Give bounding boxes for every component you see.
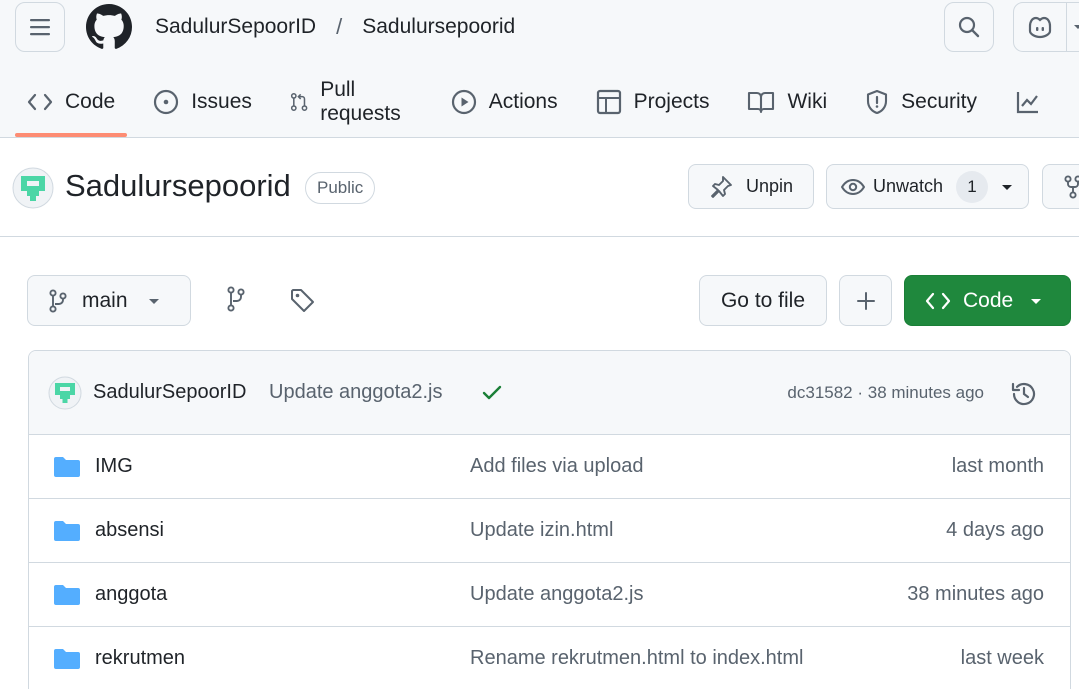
file-commit-date: 38 minutes ago xyxy=(907,583,1044,605)
shield-icon xyxy=(867,89,888,115)
tab-code[interactable]: Code xyxy=(15,76,128,137)
app-header: SadulurSepoorID / Sadulursepoorid Code I… xyxy=(0,0,1079,138)
branch-icon xyxy=(49,288,67,313)
repo-avatar xyxy=(12,167,54,209)
go-to-file-button[interactable]: Go to file xyxy=(699,275,827,326)
file-name[interactable]: IMG xyxy=(95,455,133,478)
tab-label: Security xyxy=(901,90,977,113)
eye-icon xyxy=(841,178,865,195)
folder-icon xyxy=(54,649,80,669)
code-icon xyxy=(27,93,53,111)
history-icon[interactable] xyxy=(1010,380,1038,408)
code-button-label: Code xyxy=(963,288,1014,312)
file-commit-message[interactable]: Add files via upload xyxy=(470,455,643,478)
graph-icon xyxy=(1016,92,1038,114)
file-commit-date: last week xyxy=(960,647,1044,669)
tab-label: Wiki xyxy=(787,90,828,113)
table-row[interactable]: IMG Add files via upload last month xyxy=(29,435,1070,499)
github-logo-icon[interactable] xyxy=(86,4,132,50)
tab-wiki[interactable]: Wiki xyxy=(735,76,839,128)
branch-selector[interactable]: main xyxy=(27,275,191,326)
folder-icon xyxy=(54,521,80,541)
unpin-label: Unpin xyxy=(746,176,794,196)
pull-request-icon xyxy=(290,93,308,111)
unwatch-button[interactable]: Unwatch 1 xyxy=(826,164,1029,209)
tab-pull-requests[interactable]: Pull requests xyxy=(278,76,425,128)
visibility-badge: Public xyxy=(305,172,376,204)
unpin-button[interactable]: Unpin xyxy=(688,164,814,209)
file-commit-message[interactable]: Rename rekrutmen.html to index.html xyxy=(470,647,803,670)
split-divider xyxy=(1066,3,1067,51)
menu-button[interactable] xyxy=(15,2,65,52)
branches-icon[interactable] xyxy=(226,286,246,312)
table-row[interactable]: absensi Update izin.html 4 days ago xyxy=(29,499,1070,563)
search-button[interactable] xyxy=(944,2,994,52)
plus-icon xyxy=(856,291,875,310)
issue-icon xyxy=(154,89,179,115)
tab-security[interactable]: Security xyxy=(853,76,989,128)
file-commit-message[interactable]: Update anggota2.js xyxy=(470,583,643,606)
search-icon xyxy=(958,16,980,38)
folder-icon xyxy=(54,457,80,477)
file-commit-message[interactable]: Update izin.html xyxy=(470,519,613,542)
repo-link[interactable]: Sadulursepoorid xyxy=(362,15,515,39)
go-to-file-label: Go to file xyxy=(720,288,806,312)
play-icon xyxy=(451,89,476,115)
owner-link[interactable]: SadulurSepoorID xyxy=(155,15,316,39)
hamburger-icon xyxy=(30,19,50,36)
code-icon xyxy=(925,292,951,309)
copilot-icon xyxy=(1028,16,1052,39)
copilot-button[interactable] xyxy=(1013,2,1079,52)
tab-label: Actions xyxy=(488,90,558,113)
breadcrumb-separator: / xyxy=(336,14,343,39)
branch-name: main xyxy=(82,288,128,312)
file-name[interactable]: rekrutmen xyxy=(95,647,185,670)
chevron-down-icon xyxy=(148,298,159,304)
tab-issues[interactable]: Issues xyxy=(141,76,264,128)
tag-icon[interactable] xyxy=(290,288,316,314)
breadcrumb: SadulurSepoorID / Sadulursepoorid xyxy=(155,13,515,41)
unwatch-label: Unwatch xyxy=(873,176,944,196)
avatar[interactable] xyxy=(48,376,82,410)
code-dropdown-button[interactable]: Code xyxy=(904,275,1071,326)
table-row[interactable]: rekrutmen Rename rekrutmen.html to index… xyxy=(29,627,1070,689)
fork-button[interactable] xyxy=(1042,164,1079,209)
repo-title-row: Sadulursepoorid Public Unpin Unwatch 1 xyxy=(0,139,1079,237)
table-row[interactable]: anggota Update anggota2.js 38 minutes ag… xyxy=(29,563,1070,627)
chevron-down-icon xyxy=(1002,184,1013,190)
fork-icon xyxy=(1064,174,1079,199)
tab-projects[interactable]: Projects xyxy=(584,76,722,128)
check-icon[interactable] xyxy=(481,383,503,403)
tab-label: Issues xyxy=(191,90,252,113)
commit-author[interactable]: SadulurSepoorID xyxy=(93,381,246,404)
tab-label: Projects xyxy=(633,90,710,113)
tab-label: Code xyxy=(65,90,116,113)
latest-commit-bar: SadulurSepoorID Update anggota2.js dc315… xyxy=(29,351,1070,435)
file-table: SadulurSepoorID Update anggota2.js dc315… xyxy=(28,350,1071,689)
tab-actions[interactable]: Actions xyxy=(439,76,570,128)
commit-hash-time[interactable]: dc31582 · 38 minutes ago xyxy=(787,383,984,403)
chevron-down-icon xyxy=(1031,298,1042,304)
folder-icon xyxy=(54,585,80,605)
tab-insights[interactable] xyxy=(1003,76,1065,128)
commit-message[interactable]: Update anggota2.js xyxy=(269,381,442,404)
book-icon xyxy=(748,91,775,114)
file-name[interactable]: absensi xyxy=(95,519,164,542)
tab-label: Pull requests xyxy=(320,78,401,125)
pin-icon xyxy=(711,175,732,198)
repo-nav-tabs: Code Issues Pull requests Actions Projec… xyxy=(15,76,1079,137)
table-icon xyxy=(596,89,621,115)
file-commit-date: 4 days ago xyxy=(946,519,1044,541)
chevron-down-icon xyxy=(1074,25,1079,29)
add-file-button[interactable] xyxy=(839,275,892,326)
file-commit-date: last month xyxy=(951,455,1044,477)
file-name[interactable]: anggota xyxy=(95,583,167,606)
watch-count: 1 xyxy=(956,170,989,203)
repo-name[interactable]: Sadulursepoorid xyxy=(65,168,291,204)
